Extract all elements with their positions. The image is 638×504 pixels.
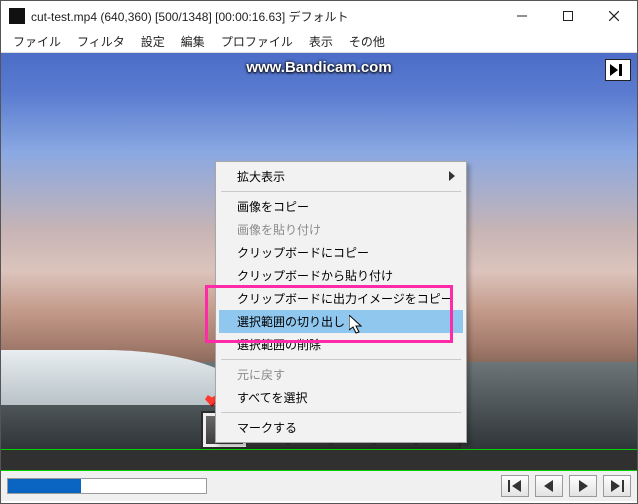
ctx-item-label: クリップボードに出力イメージをコピー bbox=[237, 290, 453, 307]
timeline-track[interactable] bbox=[1, 449, 637, 471]
ctx-copy-output-image[interactable]: クリップボードに出力イメージをコピー bbox=[219, 287, 463, 310]
menu-settings[interactable]: 設定 bbox=[133, 31, 173, 52]
ctx-item-label: マークする bbox=[237, 419, 297, 436]
ctx-item-label: クリップボードから貼り付け bbox=[237, 267, 393, 284]
menu-edit[interactable]: 編集 bbox=[173, 31, 213, 52]
next-frame-icon bbox=[577, 480, 589, 492]
app-icon bbox=[9, 8, 25, 24]
menu-profile[interactable]: プロファイル bbox=[213, 31, 301, 52]
ctx-undo: 元に戻す bbox=[219, 363, 463, 386]
window-title: cut-test.mp4 (640,360) [500/1348] [00:00… bbox=[31, 8, 499, 25]
minimize-button[interactable] bbox=[499, 1, 545, 31]
jump-to-end-icon bbox=[610, 64, 626, 76]
position-slider[interactable] bbox=[7, 478, 207, 494]
next-keyframe-button[interactable] bbox=[603, 475, 631, 497]
ctx-item-label: すべてを選択 bbox=[237, 389, 307, 406]
ctx-cut-selection[interactable]: 選択範囲の切り出し bbox=[219, 310, 463, 333]
titlebar: cut-test.mp4 (640,360) [500/1348] [00:00… bbox=[1, 1, 637, 31]
ctx-separator bbox=[221, 191, 461, 192]
menu-file[interactable]: ファイル bbox=[5, 31, 69, 52]
maximize-icon bbox=[563, 11, 573, 21]
menu-filter[interactable]: フィルタ bbox=[69, 31, 133, 52]
menubar: ファイル フィルタ 設定 編集 プロファイル 表示 その他 bbox=[1, 31, 637, 53]
maximize-button[interactable] bbox=[545, 1, 591, 31]
video-viewport[interactable]: www.Bandicam.com 拡大表示 bbox=[1, 53, 637, 449]
bottom-bar bbox=[1, 471, 637, 501]
next-frame-button[interactable] bbox=[569, 475, 597, 497]
slider-fill bbox=[8, 479, 81, 493]
close-button[interactable] bbox=[591, 1, 637, 31]
ctx-item-label: 拡大表示 bbox=[237, 168, 285, 185]
window-controls bbox=[499, 1, 637, 31]
minimize-icon bbox=[517, 11, 527, 21]
watermark-text: www.Bandicam.com bbox=[246, 59, 391, 76]
ctx-item-label: 元に戻す bbox=[237, 366, 285, 383]
next-keyframe-icon bbox=[610, 480, 624, 492]
ctx-separator bbox=[221, 359, 461, 360]
jump-to-end-button[interactable] bbox=[605, 59, 631, 81]
prev-keyframe-button[interactable] bbox=[501, 475, 529, 497]
menu-view[interactable]: 表示 bbox=[301, 31, 341, 52]
ctx-separator bbox=[221, 412, 461, 413]
close-icon bbox=[609, 11, 619, 21]
ctx-copy-clipboard[interactable]: クリップボードにコピー bbox=[219, 241, 463, 264]
ctx-select-all[interactable]: すべてを選択 bbox=[219, 386, 463, 409]
ctx-item-label: 画像をコピー bbox=[237, 198, 309, 215]
ctx-delete-selection[interactable]: 選択範囲の削除 bbox=[219, 333, 463, 356]
context-menu: 拡大表示 画像をコピー 画像を貼り付け クリップボードにコピー クリップボードか… bbox=[215, 161, 467, 443]
ctx-zoom[interactable]: 拡大表示 bbox=[219, 165, 463, 188]
ctx-copy-image[interactable]: 画像をコピー bbox=[219, 195, 463, 218]
prev-frame-button[interactable] bbox=[535, 475, 563, 497]
ctx-item-label: クリップボードにコピー bbox=[237, 244, 369, 261]
ctx-item-label: 選択範囲の削除 bbox=[237, 336, 321, 353]
ctx-mark[interactable]: マークする bbox=[219, 416, 463, 439]
ctx-item-label: 画像を貼り付け bbox=[237, 221, 321, 238]
ctx-paste-image: 画像を貼り付け bbox=[219, 218, 463, 241]
ctx-paste-clipboard[interactable]: クリップボードから貼り付け bbox=[219, 264, 463, 287]
app-window: cut-test.mp4 (640,360) [500/1348] [00:00… bbox=[0, 0, 638, 504]
submenu-arrow-icon bbox=[449, 170, 455, 184]
prev-frame-icon bbox=[543, 480, 555, 492]
prev-keyframe-icon bbox=[508, 480, 522, 492]
ctx-item-label: 選択範囲の切り出し bbox=[237, 313, 345, 330]
menu-other[interactable]: その他 bbox=[341, 31, 393, 52]
